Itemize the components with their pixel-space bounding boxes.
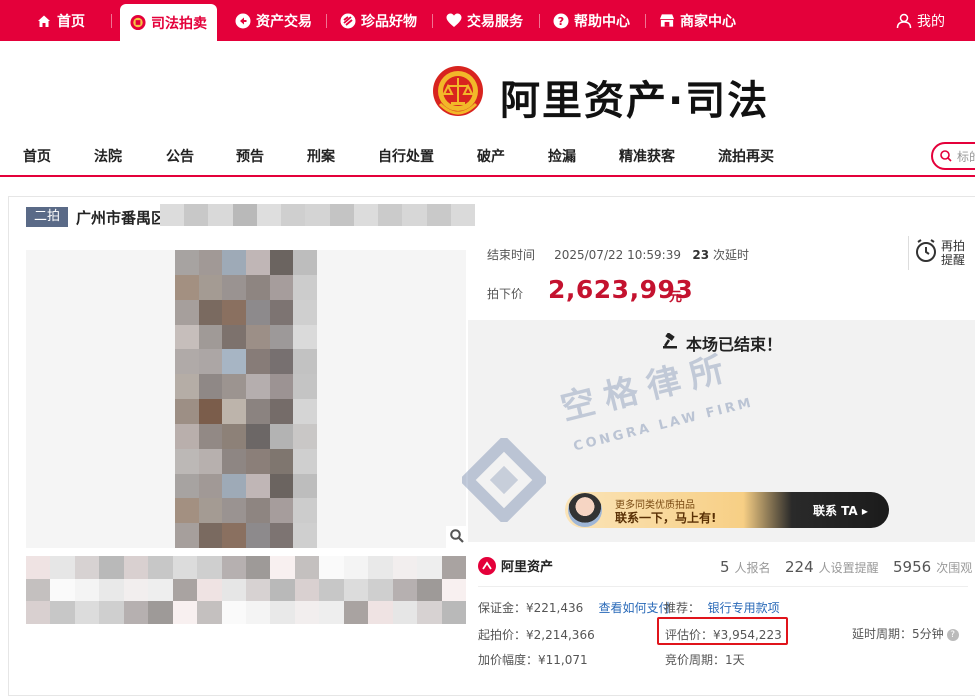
signup-count: 5 人报名	[720, 558, 771, 576]
treasure-icon	[340, 13, 356, 29]
end-time-row: 结束时间 2025/07/22 10:59:39 23 次延时	[487, 246, 749, 263]
bid-period: 竞价周期：1天	[665, 653, 745, 667]
nav-underline	[0, 175, 975, 177]
divider	[645, 14, 646, 28]
divider	[478, 586, 968, 587]
reminder-number: 224	[785, 558, 814, 576]
home-icon	[36, 13, 52, 29]
top-nav-trade-service[interactable]: 交易服务	[446, 0, 523, 41]
divider	[111, 14, 112, 28]
remind-label-line2: 提醒	[941, 253, 966, 267]
watcher-label: 次围观	[936, 561, 973, 575]
reminder-label: 人设置提醒	[818, 561, 879, 575]
top-nav-help-center[interactable]: ? 帮助中心	[553, 0, 630, 41]
magnifier-icon	[450, 528, 464, 547]
main-photo-redacted[interactable]	[175, 250, 317, 548]
listing-title: 广州市番禺区	[76, 209, 167, 227]
top-nav-home[interactable]: 首页	[36, 0, 85, 41]
bank-special-funds-link[interactable]: 银行专用款项	[708, 601, 780, 615]
top-nav-treasure-label: 珍品好物	[361, 13, 417, 30]
heart-service-icon	[446, 13, 462, 29]
delay-count: 23	[692, 248, 710, 262]
svg-text:?: ?	[558, 15, 564, 28]
subnav-precise-leads[interactable]: 精准获客	[619, 146, 675, 166]
gavel-icon	[662, 332, 680, 353]
bid-increment: 加价幅度：¥11,071	[478, 653, 588, 667]
top-nav-treasure[interactable]: 珍品好物	[340, 0, 417, 41]
subnav-court[interactable]: 法院	[94, 146, 122, 166]
signup-label: 人报名	[734, 561, 771, 575]
top-nav-my-account-label: 我的	[917, 13, 945, 30]
recommend-row: 推荐： 银行专用款项	[664, 599, 780, 616]
top-nav-merchant-center[interactable]: 商家中心	[659, 0, 736, 41]
top-nav-asset-exchange[interactable]: 资产交易	[235, 0, 312, 41]
court-emblem-logo	[432, 64, 484, 120]
platform-logo: 阿里资产	[478, 556, 553, 575]
merchant-icon	[659, 13, 675, 29]
subnav-criminal[interactable]: 刑案	[307, 146, 335, 166]
deposit-row: 保证金：¥221,436 查看如何支付	[478, 599, 671, 616]
secondary-nav: 首页 法院 公告 预告 刑案 自行处置 破产 捡漏 精准获客 流拍再买	[0, 140, 975, 172]
delay-period: 延时周期：5分钟	[852, 627, 944, 641]
zoom-button[interactable]	[446, 526, 468, 548]
divider	[539, 14, 540, 28]
ali-asset-icon	[478, 556, 496, 575]
divider	[432, 14, 433, 28]
top-nav-bar: 首页 司法拍卖 资产交易 珍品好物 交易服务 ? 帮助中心 商家中心 我的	[0, 0, 975, 41]
help-icon: ?	[553, 13, 569, 29]
top-nav-trade-service-label: 交易服务	[467, 13, 523, 30]
contact-button[interactable]: 联系 TA ▸	[813, 502, 868, 519]
subnav-announcement[interactable]: 公告	[166, 146, 194, 166]
subnav-bankruptcy[interactable]: 破产	[477, 146, 505, 166]
deposit-value: 保证金：¥221,436	[478, 601, 584, 615]
delay-suffix: 次延时	[712, 248, 749, 262]
reminder-count: 224 人设置提醒	[785, 558, 879, 576]
end-time-value: 2025/07/22 10:59:39	[554, 248, 681, 262]
remind-label-line1: 再拍	[941, 239, 966, 253]
top-nav-asset-exchange-label: 资产交易	[256, 13, 312, 30]
subnav-bargain[interactable]: 捡漏	[548, 146, 576, 166]
how-to-pay-link[interactable]: 查看如何支付	[599, 601, 671, 615]
ad-line2: 联系一下，马上有!	[615, 511, 717, 525]
search-input[interactable]: 标的	[957, 148, 975, 165]
alarm-clock-icon	[915, 239, 937, 267]
search-icon	[940, 147, 952, 166]
top-nav-judicial-auction[interactable]: 司法拍卖	[120, 4, 217, 41]
user-icon	[896, 13, 912, 29]
delay-period-row: 延时周期：5分钟?	[852, 625, 959, 642]
thumbnail-strip-redacted[interactable]	[26, 556, 466, 624]
top-nav-merchant-center-label: 商家中心	[680, 13, 736, 30]
top-nav-help-center-label: 帮助中心	[574, 13, 630, 30]
top-nav-my-account[interactable]: 我的	[896, 0, 945, 41]
avatar	[568, 493, 602, 527]
redacted-title	[160, 204, 476, 226]
watcher-number: 5956	[893, 558, 932, 576]
end-time-label: 结束时间	[487, 248, 536, 262]
appraisal-price: 评估价：¥3,954,223	[665, 628, 782, 642]
subnav-self-disposal[interactable]: 自行处置	[378, 146, 434, 166]
search-box[interactable]: 标的	[931, 142, 975, 170]
court-emblem-icon	[130, 14, 146, 31]
recommend-label: 推荐：	[664, 601, 701, 615]
brand-title: 阿里资产·司法	[500, 78, 770, 124]
subnav-failed-rebuy[interactable]: 流拍再买	[718, 146, 774, 166]
round-badge: 二拍	[26, 207, 68, 227]
subnav-preview[interactable]: 预告	[236, 146, 264, 166]
divider	[326, 14, 327, 28]
final-price-label: 拍下价	[487, 287, 524, 301]
re-auction-remind-button[interactable]: 再拍 提醒	[908, 236, 970, 270]
watcher-count: 5956 次围观	[893, 558, 972, 576]
asset-exchange-icon	[235, 13, 251, 29]
subnav-home[interactable]: 首页	[23, 146, 51, 166]
contact-ad-banner[interactable]: 更多同类优质拍品 联系一下，马上有! 联系 TA ▸	[565, 492, 889, 528]
law-firm-watermark-logo	[458, 434, 550, 526]
start-price: 起拍价：¥2,214,366	[478, 628, 595, 642]
top-nav-home-label: 首页	[57, 13, 85, 30]
top-nav-judicial-auction-label: 司法拍卖	[151, 15, 207, 32]
final-price-unit: 元	[669, 290, 683, 305]
platform-name: 阿里资产	[501, 560, 554, 575]
question-icon[interactable]: ?	[946, 628, 959, 641]
signup-number: 5	[720, 558, 730, 576]
